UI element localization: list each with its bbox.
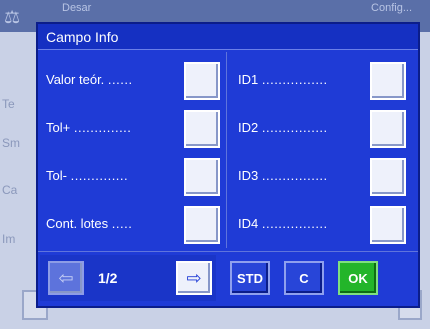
dialog-title: Campo Info [38,24,418,50]
field-row-id1: ID1 ................ [238,62,418,100]
field-row-batch-count: Cont. lotes ..... [46,206,222,244]
id2-checkbox[interactable] [370,110,406,148]
std-button[interactable]: STD [230,261,270,295]
background-title: Desar [62,2,92,14]
function-buttons: STD C OK [224,255,418,301]
background-item: Ca [2,183,18,197]
clear-button[interactable]: C [284,261,324,295]
page-indicator: 1/2 [98,270,118,286]
field-row-tol-minus: Tol- .............. [46,158,222,196]
field-label: Tol- .............. [46,168,129,183]
column-divider [226,52,227,248]
field-row-tol-plus: Tol+ .............. [46,110,222,148]
next-page-button[interactable]: ⇨ [176,261,212,295]
footer-divider [38,251,418,252]
field-label: Tol+ .............. [46,120,132,135]
field-label: ID1 ................ [238,72,328,87]
field-label: ID4 ................ [238,216,328,231]
batch-count-checkbox[interactable] [184,206,220,244]
previous-page-button[interactable]: ⇦ [48,261,84,295]
background-item: Im [2,232,16,246]
field-row-target-value: Valor teór. ...... [46,62,222,100]
id1-checkbox[interactable] [370,62,406,100]
field-label: ID2 ................ [238,120,328,135]
arrow-left-icon: ⇦ [58,267,74,288]
field-label: Cont. lotes ..... [46,216,133,231]
id3-checkbox[interactable] [370,158,406,196]
ok-button[interactable]: OK [338,261,378,295]
scale-icon: ⚖ [4,7,21,27]
page-navigation: ⇦ 1/2 ⇨ [40,255,216,301]
target-value-checkbox[interactable] [184,62,220,100]
field-row-id2: ID2 ................ [238,110,418,148]
tol-minus-checkbox[interactable] [184,158,220,196]
background-title-right: Config... [371,2,412,14]
field-label: ID3 ................ [238,168,328,183]
background-item: Sm [2,136,20,150]
field-label: Valor teór. ...... [46,72,133,87]
field-row-id4: ID4 ................ [238,206,418,244]
arrow-right-icon: ⇨ [186,267,202,288]
tol-plus-checkbox[interactable] [184,110,220,148]
info-field-dialog: Campo Info Valor teór. ...... Tol+ .....… [36,22,420,308]
field-row-id3: ID3 ................ [238,158,418,196]
background-item: Te [2,97,15,111]
id4-checkbox[interactable] [370,206,406,244]
